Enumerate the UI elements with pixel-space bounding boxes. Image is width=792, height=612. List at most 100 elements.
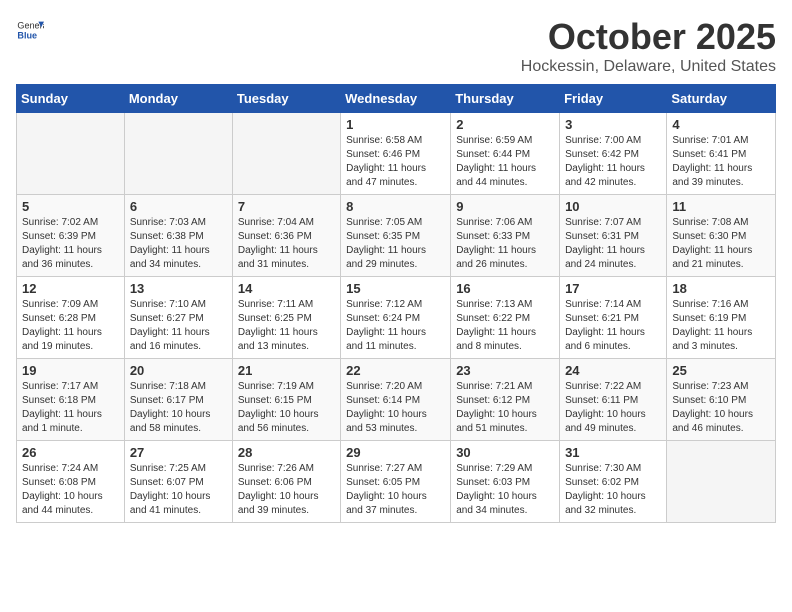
calendar-cell: 1 Sunrise: 6:58 AMSunset: 6:46 PMDaylight…: [341, 113, 451, 195]
calendar-cell: 12 Sunrise: 7:09 AMSunset: 6:28 PMDayligh…: [17, 277, 125, 359]
calendar-week-row: 5Sunrise: 7:02 AMSunset: 6:39 PMDaylight…: [17, 195, 776, 277]
day-of-week-header: Tuesday: [232, 85, 340, 113]
day-number: 9: [456, 199, 554, 214]
day-number: 30: [456, 445, 554, 460]
day-number: 3: [565, 117, 661, 132]
calendar-cell: 3 Sunrise: 7:00 AMSunset: 6:42 PMDaylight…: [560, 113, 667, 195]
day-number: 7: [238, 199, 335, 214]
day-number: 10: [565, 199, 661, 214]
calendar-cell: 15 Sunrise: 7:12 AMSunset: 6:24 PMDayligh…: [341, 277, 451, 359]
calendar-cell: 22 Sunrise: 7:20 AMSunset: 6:14 PMDayligh…: [341, 359, 451, 441]
day-info: Sunrise: 7:27 AMSunset: 6:05 PMDaylight:…: [346, 462, 445, 518]
day-number: 19: [22, 363, 119, 378]
month-title: October 2025: [521, 16, 776, 58]
day-number: 15: [346, 281, 445, 296]
day-info: Sunrise: 7:16 AMSunset: 6:19 PMDaylight:…: [672, 298, 770, 354]
calendar-week-row: 12 Sunrise: 7:09 AMSunset: 6:28 PMDayligh…: [17, 277, 776, 359]
day-info: Sunrise: 7:04 AMSunset: 6:36 PMDaylight:…: [238, 216, 335, 272]
day-info: Sunrise: 7:24 AMSunset: 6:08 PMDaylight:…: [22, 462, 119, 518]
calendar-cell: [667, 441, 776, 523]
day-number: 23: [456, 363, 554, 378]
day-number: 1: [346, 117, 445, 132]
calendar-cell: 5Sunrise: 7:02 AMSunset: 6:39 PMDaylight…: [17, 195, 125, 277]
calendar-table: SundayMondayTuesdayWednesdayThursdayFrid…: [16, 84, 776, 523]
calendar-cell: 8 Sunrise: 7:05 AMSunset: 6:35 PMDaylight…: [341, 195, 451, 277]
day-number: 6: [130, 199, 227, 214]
page-header: General Blue October 2025 Hockessin, Del…: [16, 16, 776, 76]
calendar-cell: [124, 113, 232, 195]
day-number: 2: [456, 117, 554, 132]
svg-text:Blue: Blue: [17, 30, 37, 40]
calendar-cell: 13Sunrise: 7:10 AMSunset: 6:27 PMDayligh…: [124, 277, 232, 359]
day-of-week-header: Saturday: [667, 85, 776, 113]
day-number: 21: [238, 363, 335, 378]
day-info: Sunrise: 7:19 AMSunset: 6:15 PMDaylight:…: [238, 380, 335, 436]
day-number: 26: [22, 445, 119, 460]
day-info: Sunrise: 7:08 AMSunset: 6:30 PMDaylight:…: [672, 216, 770, 272]
day-number: 18: [672, 281, 770, 296]
calendar-cell: 21 Sunrise: 7:19 AMSunset: 6:15 PMDayligh…: [232, 359, 340, 441]
calendar-cell: [232, 113, 340, 195]
day-number: 31: [565, 445, 661, 460]
calendar-week-row: 26 Sunrise: 7:24 AMSunset: 6:08 PMDayligh…: [17, 441, 776, 523]
day-number: 13: [130, 281, 227, 296]
calendar-cell: 17Sunrise: 7:14 AMSunset: 6:21 PMDayligh…: [560, 277, 667, 359]
day-number: 27: [130, 445, 227, 460]
day-info: Sunrise: 7:09 AMSunset: 6:28 PMDaylight:…: [22, 298, 119, 354]
calendar-cell: 31 Sunrise: 7:30 AMSunset: 6:02 PMDayligh…: [560, 441, 667, 523]
day-info: Sunrise: 7:20 AMSunset: 6:14 PMDaylight:…: [346, 380, 445, 436]
day-number: 14: [238, 281, 335, 296]
day-info: Sunrise: 7:29 AMSunset: 6:03 PMDaylight:…: [456, 462, 554, 518]
day-number: 12: [22, 281, 119, 296]
day-info: Sunrise: 7:26 AMSunset: 6:06 PMDaylight:…: [238, 462, 335, 518]
day-info: Sunrise: 7:13 AMSunset: 6:22 PMDaylight:…: [456, 298, 554, 354]
day-info: Sunrise: 6:58 AMSunset: 6:46 PMDaylight:…: [346, 134, 445, 190]
calendar-cell: [17, 113, 125, 195]
calendar-cell: 24Sunrise: 7:22 AMSunset: 6:11 PMDayligh…: [560, 359, 667, 441]
day-number: 16: [456, 281, 554, 296]
day-info: Sunrise: 7:25 AMSunset: 6:07 PMDaylight:…: [130, 462, 227, 518]
day-number: 20: [130, 363, 227, 378]
day-info: Sunrise: 7:07 AMSunset: 6:31 PMDaylight:…: [565, 216, 661, 272]
calendar-cell: 14 Sunrise: 7:11 AMSunset: 6:25 PMDayligh…: [232, 277, 340, 359]
calendar-cell: 18 Sunrise: 7:16 AMSunset: 6:19 PMDayligh…: [667, 277, 776, 359]
calendar-cell: 9 Sunrise: 7:06 AMSunset: 6:33 PMDaylight…: [451, 195, 560, 277]
calendar-cell: 29 Sunrise: 7:27 AMSunset: 6:05 PMDayligh…: [341, 441, 451, 523]
day-number: 8: [346, 199, 445, 214]
day-info: Sunrise: 7:11 AMSunset: 6:25 PMDaylight:…: [238, 298, 335, 354]
title-block: October 2025 Hockessin, Delaware, United…: [521, 16, 776, 76]
day-info: Sunrise: 7:30 AMSunset: 6:02 PMDaylight:…: [565, 462, 661, 518]
day-number: 4: [672, 117, 770, 132]
day-info: Sunrise: 7:22 AMSunset: 6:11 PMDaylight:…: [565, 380, 661, 436]
day-of-week-header: Wednesday: [341, 85, 451, 113]
day-number: 25: [672, 363, 770, 378]
day-info: Sunrise: 7:12 AMSunset: 6:24 PMDaylight:…: [346, 298, 445, 354]
day-number: 29: [346, 445, 445, 460]
day-info: Sunrise: 7:00 AMSunset: 6:42 PMDaylight:…: [565, 134, 661, 190]
day-number: 22: [346, 363, 445, 378]
calendar-cell: 27 Sunrise: 7:25 AMSunset: 6:07 PMDayligh…: [124, 441, 232, 523]
calendar-cell: 16 Sunrise: 7:13 AMSunset: 6:22 PMDayligh…: [451, 277, 560, 359]
calendar-cell: 19Sunrise: 7:17 AMSunset: 6:18 PMDayligh…: [17, 359, 125, 441]
logo-icon: General Blue: [16, 16, 44, 44]
day-of-week-header: Monday: [124, 85, 232, 113]
calendar-week-row: 19Sunrise: 7:17 AMSunset: 6:18 PMDayligh…: [17, 359, 776, 441]
day-number: 28: [238, 445, 335, 460]
day-of-week-header: Sunday: [17, 85, 125, 113]
calendar-cell: 11 Sunrise: 7:08 AMSunset: 6:30 PMDayligh…: [667, 195, 776, 277]
calendar-cell: 28 Sunrise: 7:26 AMSunset: 6:06 PMDayligh…: [232, 441, 340, 523]
calendar-cell: 20Sunrise: 7:18 AMSunset: 6:17 PMDayligh…: [124, 359, 232, 441]
day-info: Sunrise: 7:03 AMSunset: 6:38 PMDaylight:…: [130, 216, 227, 272]
day-info: Sunrise: 7:14 AMSunset: 6:21 PMDaylight:…: [565, 298, 661, 354]
calendar-header-row: SundayMondayTuesdayWednesdayThursdayFrid…: [17, 85, 776, 113]
day-number: 11: [672, 199, 770, 214]
calendar-cell: 25Sunrise: 7:23 AMSunset: 6:10 PMDayligh…: [667, 359, 776, 441]
day-info: Sunrise: 7:05 AMSunset: 6:35 PMDaylight:…: [346, 216, 445, 272]
day-info: Sunrise: 7:21 AMSunset: 6:12 PMDaylight:…: [456, 380, 554, 436]
location-title: Hockessin, Delaware, United States: [521, 58, 776, 76]
calendar-cell: 30 Sunrise: 7:29 AMSunset: 6:03 PMDayligh…: [451, 441, 560, 523]
calendar-week-row: 1 Sunrise: 6:58 AMSunset: 6:46 PMDaylight…: [17, 113, 776, 195]
calendar-cell: 2Sunrise: 6:59 AMSunset: 6:44 PMDaylight…: [451, 113, 560, 195]
day-info: Sunrise: 7:02 AMSunset: 6:39 PMDaylight:…: [22, 216, 119, 272]
day-info: Sunrise: 7:06 AMSunset: 6:33 PMDaylight:…: [456, 216, 554, 272]
